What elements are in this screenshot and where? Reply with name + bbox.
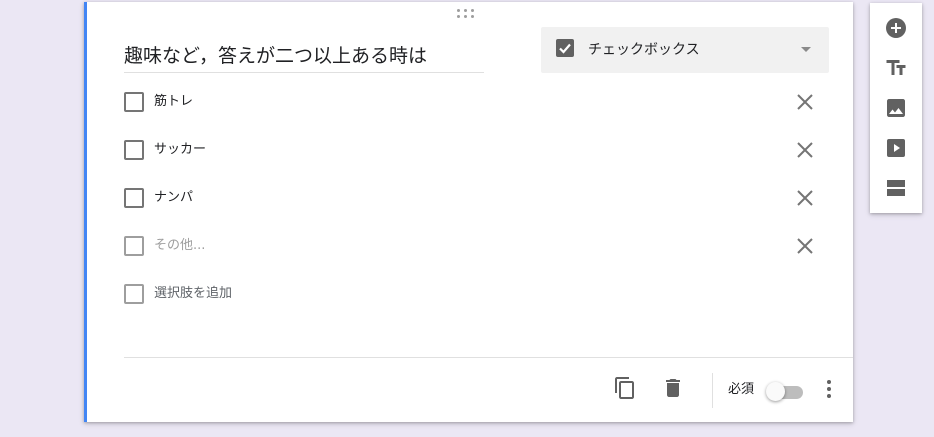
add-option-link[interactable]: 選択肢を追加	[154, 283, 232, 305]
checkbox-type-icon	[556, 39, 574, 57]
option-checkbox	[124, 236, 144, 256]
remove-other-option-icon[interactable]	[796, 237, 814, 255]
option-checkbox	[124, 92, 144, 112]
duplicate-icon[interactable]	[613, 376, 637, 400]
add-circle-icon[interactable]	[884, 16, 908, 40]
option-label[interactable]: サッカー	[154, 139, 206, 161]
delete-icon[interactable]	[661, 376, 685, 400]
more-options-icon[interactable]	[817, 377, 841, 401]
card-focus-accent	[84, 2, 87, 422]
option-label[interactable]: 筋トレ	[154, 91, 193, 113]
option-row: ナンパ	[124, 187, 814, 209]
title-text-icon[interactable]	[884, 56, 908, 80]
required-toggle[interactable]	[766, 382, 803, 401]
other-option-row: その他...	[124, 235, 814, 257]
remove-option-icon[interactable]	[796, 189, 814, 207]
option-label[interactable]: ナンパ	[154, 187, 193, 209]
footer-separator	[712, 373, 713, 408]
remove-option-icon[interactable]	[796, 93, 814, 111]
other-option-label[interactable]: その他...	[154, 235, 205, 257]
drag-handle-icon[interactable]	[456, 8, 478, 20]
side-toolbar	[870, 3, 922, 213]
image-icon[interactable]	[884, 96, 908, 120]
option-row: 筋トレ	[124, 91, 814, 113]
footer-divider	[124, 357, 853, 358]
toggle-thumb	[766, 382, 785, 401]
video-icon[interactable]	[884, 136, 908, 160]
section-icon[interactable]	[884, 176, 908, 200]
add-option-row: 選択肢を追加	[124, 283, 814, 305]
option-checkbox	[124, 140, 144, 160]
remove-option-icon[interactable]	[796, 141, 814, 159]
option-checkbox	[124, 188, 144, 208]
question-card[interactable]: 趣味など，答えが二つ以上ある時は チェックボックス 筋トレ サッカー ナンパ そ…	[84, 2, 853, 422]
required-label: 必須	[728, 382, 755, 397]
chevron-down-icon	[801, 47, 811, 52]
option-row: サッカー	[124, 139, 814, 161]
question-type-label: チェックボックス	[588, 42, 700, 58]
question-type-select[interactable]: チェックボックス	[541, 27, 829, 73]
question-title-input[interactable]: 趣味など，答えが二つ以上ある時は	[124, 40, 484, 73]
option-checkbox	[124, 284, 144, 304]
